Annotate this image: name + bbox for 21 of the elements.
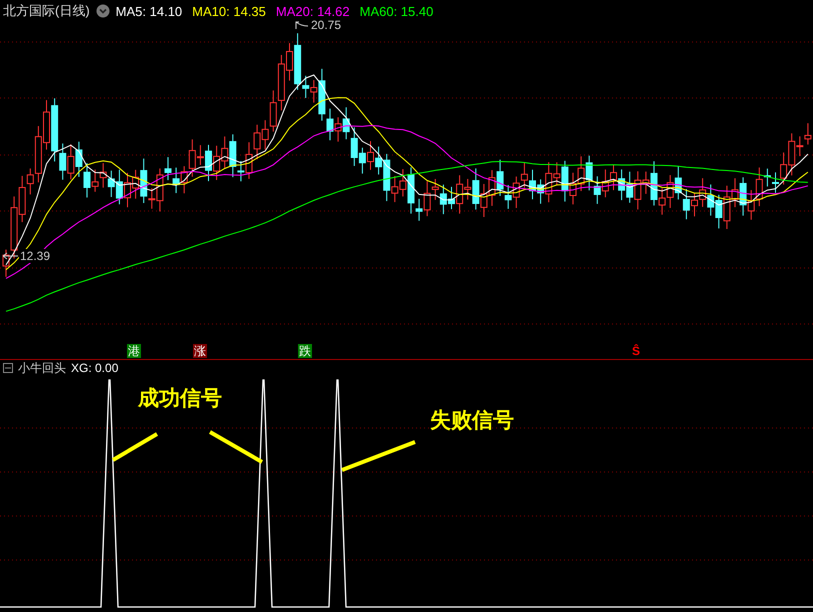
indicator-title: 小牛回头: [18, 360, 66, 376]
dropdown-icon[interactable]: [96, 4, 110, 18]
ma-reading: MA10: 14.35: [192, 4, 266, 18]
event-tag: 涨: [193, 344, 207, 358]
high-price-label: 20.75: [311, 18, 342, 32]
low-pointer-icon: [2, 252, 18, 260]
low-price-label: 12.39: [19, 249, 52, 263]
annotation-text: 失败信号: [430, 408, 514, 434]
annotation-text: 成功信号: [138, 386, 222, 412]
sell-signal-mark: Ŝ: [631, 344, 642, 358]
leader-line: [209, 430, 263, 464]
ma-reading: MA5: 14.10: [116, 4, 182, 18]
panel-menu-icon[interactable]: [3, 363, 13, 373]
stock-title: 北方国际(日线): [3, 2, 90, 20]
ma-reading: MA60: 15.40: [360, 4, 434, 18]
leader-line: [112, 432, 158, 462]
event-tag: 港: [127, 344, 141, 358]
ma-reading: MA20: 14.62: [276, 4, 350, 18]
indicator-reading: XG: 0.00: [71, 361, 118, 375]
high-pointer-icon: [295, 20, 309, 30]
event-tag: 跌: [298, 344, 312, 358]
